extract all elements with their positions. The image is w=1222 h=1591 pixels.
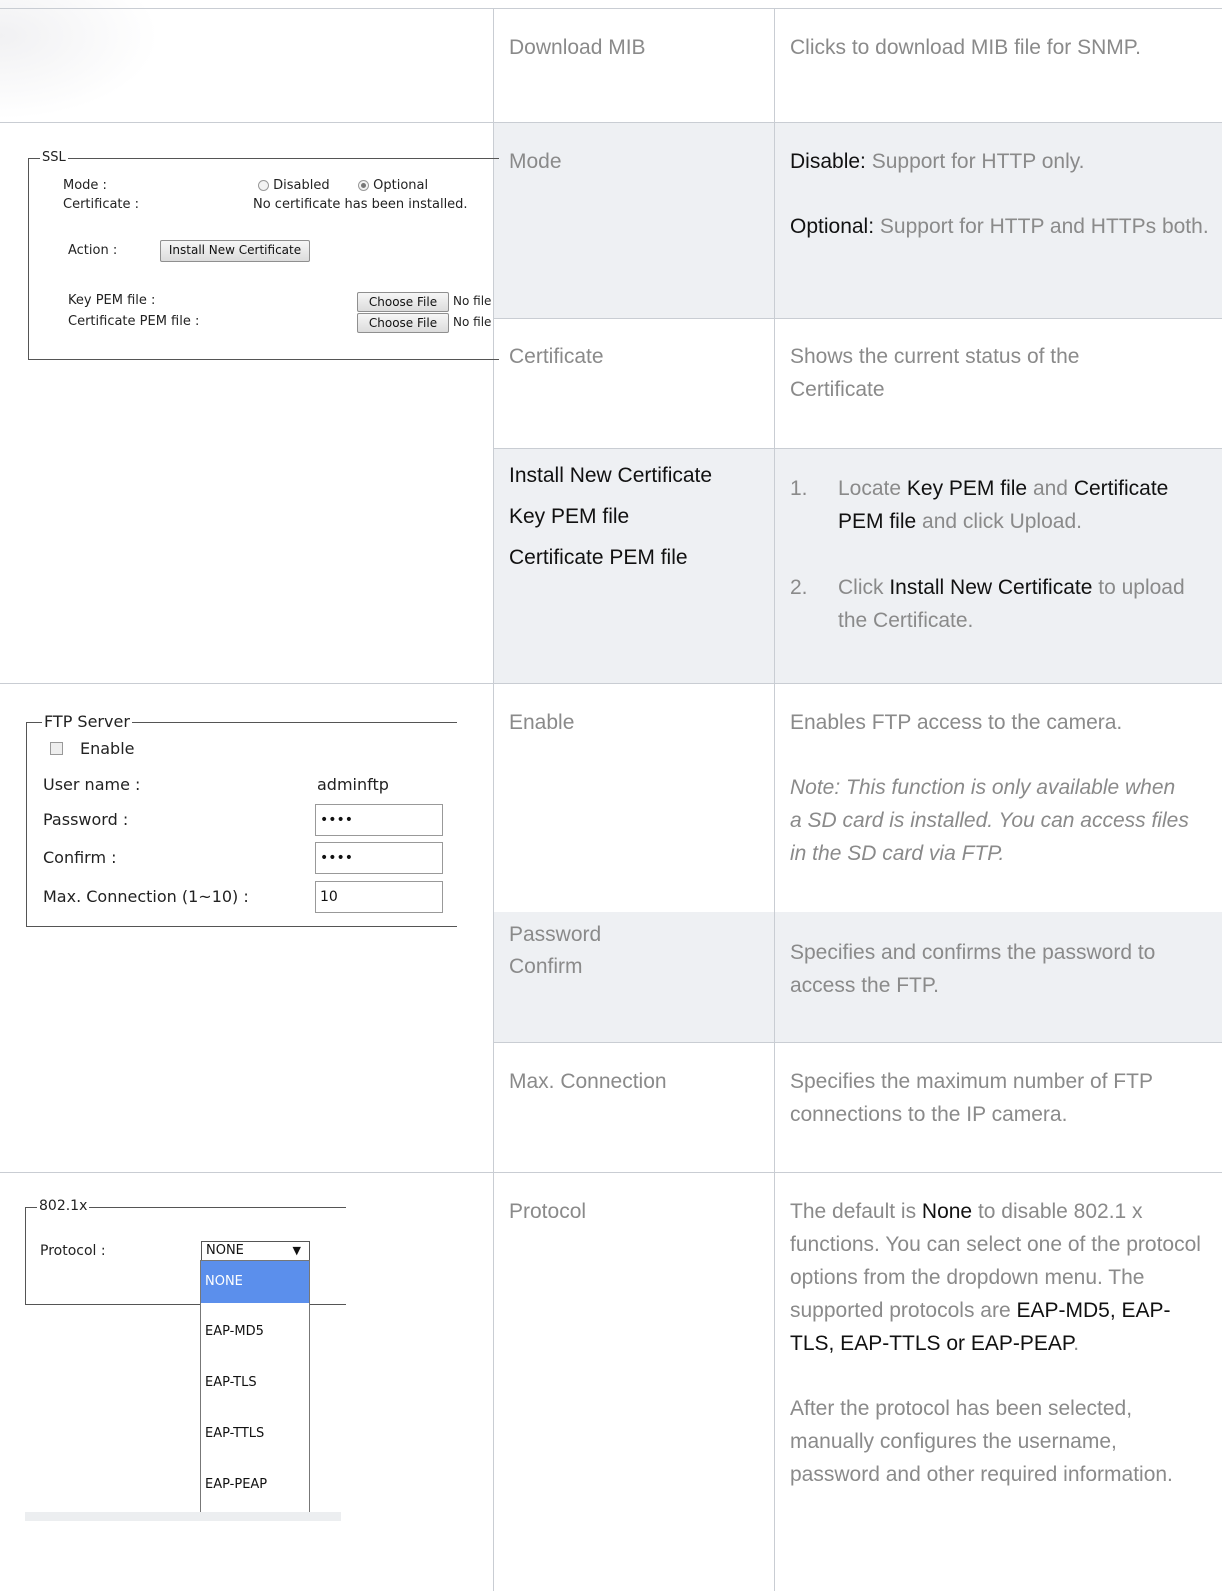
dot1x-protocol-label: Protocol :	[40, 1243, 106, 1259]
step-number: 1.	[790, 477, 808, 500]
ssl-cert-label: Certificate :	[63, 197, 140, 212]
ssl-legend: SSL	[40, 150, 68, 165]
desc-certificate: Shows the current status of the Certific…	[790, 345, 1080, 401]
table-rule	[0, 683, 1222, 684]
protocol-option-eap-md5[interactable]: EAP-MD5	[201, 1311, 309, 1353]
ftp-panel: FTP Server Enable User name : adminftp P…	[0, 700, 494, 940]
desc-mode-optional: Optional: Support for HTTP and HTTPs bot…	[790, 215, 1209, 238]
ssl-cert-status: No certificate has been installed.	[253, 197, 468, 212]
step-2-text: Click Install New Certificate to upload …	[838, 576, 1185, 632]
field-certificate-pem-file: Certificate PEM file	[509, 546, 688, 569]
protocol-option-eap-peap[interactable]: EAP-PEAP	[201, 1464, 309, 1506]
ftp-legend: FTP Server	[42, 712, 132, 731]
cert-pem-no-file: No file	[453, 315, 492, 329]
cert-pem-choose-file-button[interactable]: Choose File	[357, 313, 449, 333]
protocol-option-none[interactable]: NONE	[201, 1261, 309, 1303]
desc-password: Specifies and confirms the password to a…	[790, 941, 1156, 997]
step-1-text: Locate Key PEM file and Certificate PEM …	[838, 477, 1169, 533]
field-max-connection: Max. Connection	[509, 1070, 667, 1093]
table-rule	[0, 1172, 1222, 1173]
field-mode: Mode	[509, 150, 562, 173]
protocol-option-eap-tls[interactable]: EAP-TLS	[201, 1362, 309, 1404]
field-certificate: Certificate	[509, 345, 604, 368]
radio-disabled[interactable]	[258, 180, 269, 191]
protocol-select[interactable]: NONE ▼	[201, 1241, 310, 1261]
ftp-confirm-field[interactable]: ••••	[315, 842, 443, 874]
desc-download-mib: Clicks to download MIB file for SNMP.	[790, 36, 1141, 59]
desc-mode-disable: Disable: Support for HTTP only.	[790, 150, 1085, 173]
note-enable: Note: This function is only available wh…	[790, 776, 1189, 865]
desc-enable: Enables FTP access to the camera.	[790, 711, 1123, 734]
ftp-enable-label: Enable	[80, 739, 135, 758]
desc-protocol: The default is None to disable 802.1 x f…	[790, 1200, 1201, 1355]
radio-optional[interactable]	[358, 180, 369, 191]
table-rule	[494, 1042, 1222, 1043]
key-pem-choose-file-button[interactable]: Choose File	[357, 292, 449, 312]
cert-pem-label: Certificate PEM file :	[68, 314, 200, 329]
field-enable: Enable	[509, 711, 575, 734]
dot1x-panel-bottom-bar	[25, 1512, 341, 1521]
ftp-user-value: adminftp	[317, 775, 389, 794]
step-number: 2.	[790, 576, 808, 599]
ssl-panel: SSL Mode : Disabled Optional Certificate…	[0, 130, 499, 360]
ftp-user-label: User name :	[43, 775, 141, 794]
ftp-maxconn-label: Max. Connection (1~10) :	[43, 887, 249, 906]
table-rule	[494, 318, 1222, 319]
ssl-mode-label: Mode :	[63, 178, 107, 193]
desc-max-connection: Specifies the maximum number of FTP conn…	[790, 1070, 1153, 1126]
table-rule	[0, 122, 1222, 123]
ftp-password-field[interactable]: ••••	[315, 804, 443, 836]
field-install-new-certificate: Install New Certificate	[509, 464, 713, 487]
dot1x-panel: 802.1x Protocol : NONE ▼ NONE EAP-MD5 EA…	[0, 1190, 494, 1530]
field-password: Password	[509, 923, 602, 946]
ftp-confirm-label: Confirm :	[43, 848, 117, 867]
protocol-select-value: NONE	[206, 1243, 244, 1258]
table-rule	[494, 448, 1222, 449]
desc-protocol-after: After the protocol has been selected, ma…	[790, 1397, 1173, 1486]
ftp-enable-checkbox[interactable]	[50, 742, 63, 755]
ssl-mode-optional-option[interactable]: Optional	[358, 178, 428, 193]
install-new-certificate-button[interactable]: Install New Certificate	[160, 240, 310, 262]
ssl-action-label: Action :	[68, 243, 118, 258]
table-rule	[774, 8, 775, 1591]
protocol-option-eap-ttls[interactable]: EAP-TTLS	[201, 1413, 309, 1455]
dot1x-legend: 802.1x	[37, 1198, 90, 1214]
chevron-down-icon: ▼	[292, 1244, 301, 1257]
field-key-pem-file: Key PEM file	[509, 505, 630, 528]
key-pem-label: Key PEM file :	[68, 293, 156, 308]
ftp-password-label: Password :	[43, 810, 129, 829]
field-confirm: Confirm	[509, 955, 583, 978]
key-pem-no-file: No file	[453, 294, 492, 308]
background-watermark	[0, 0, 160, 120]
protocol-dropdown-list: NONE EAP-MD5 EAP-TLS EAP-TTLS EAP-PEAP	[200, 1260, 310, 1514]
ssl-mode-disabled-option[interactable]: Disabled	[258, 178, 330, 193]
ftp-maxconn-field[interactable]: 10	[315, 881, 443, 913]
field-download-mib: Download MIB	[509, 36, 646, 59]
table-rule	[0, 8, 1222, 9]
field-protocol: Protocol	[509, 1200, 587, 1223]
